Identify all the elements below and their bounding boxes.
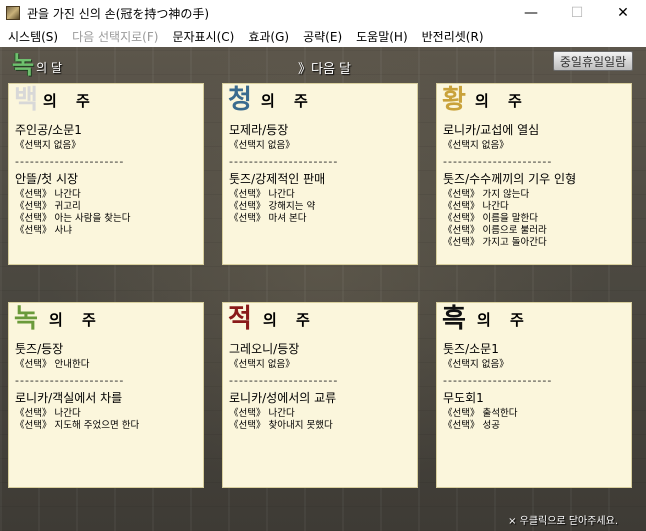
panel-divider: ---------------------- [15, 374, 125, 387]
panel-week-color: 흑 [442, 304, 466, 334]
panel-week-color: 녹 [14, 304, 38, 334]
maximize-button[interactable]: ☐ [554, 0, 600, 26]
holiday-list-button[interactable]: 중일휴일일람 [553, 51, 633, 71]
event-title: 툿즈/등장 [15, 342, 64, 356]
menu-system[interactable]: 시스템(S) [0, 28, 65, 45]
event-title: 주인공/소문1 [15, 123, 82, 137]
menu-effects[interactable]: 효과(G) [241, 28, 296, 45]
panel-divider: ---------------------- [443, 155, 553, 168]
menu-reset[interactable]: 반전리셋(R) [415, 28, 491, 45]
window-title: 관을 가진 신의 손(冠を持つ神の手) [27, 6, 210, 21]
window-controls: — ☐ ✕ [508, 0, 646, 26]
panel-heading: 백 의 주 [14, 84, 197, 118]
event-option: 《선택》 나간다 [229, 408, 295, 419]
panel-heading: 적 의 주 [228, 303, 411, 337]
week-panel-white: 백 의 주 주인공/소문1 《선택지 없음》 -----------------… [8, 83, 204, 265]
event-option: 《선택》 출석한다 [443, 408, 518, 419]
event-option: 《선택》 안내한다 [15, 359, 90, 370]
event-title: 툿즈/소문1 [443, 342, 499, 356]
event-option: 《선택》 나간다 [443, 201, 509, 212]
event-option: 《선택》 이름을 말한다 [443, 213, 538, 224]
panel-heading: 황 의 주 [442, 84, 625, 118]
menu-help[interactable]: 도움말(H) [349, 28, 415, 45]
event-title: 모제라/등장 [229, 123, 289, 137]
panel-week-color: 적 [228, 304, 252, 334]
panel-divider: ---------------------- [15, 155, 125, 168]
event-option: 《선택》 나간다 [15, 189, 81, 200]
event-option: 《선택지 없음》 [229, 359, 295, 370]
panel-heading: 녹 의 주 [14, 303, 197, 337]
panel-heading: 청 의 주 [228, 84, 411, 118]
panel-week-suffix: 의 주 [477, 311, 531, 329]
panel-week-color: 황 [442, 85, 466, 115]
event-option: 《선택지 없음》 [229, 140, 295, 151]
panel-divider: ---------------------- [229, 155, 339, 168]
event-title: 로니카/객실에서 차를 [15, 391, 123, 405]
event-option: 《선택》 마셔 본다 [229, 213, 307, 224]
minimize-button[interactable]: — [508, 0, 554, 26]
panel-divider: ---------------------- [229, 374, 339, 387]
event-title: 로니카/교섭에 열심 [443, 123, 540, 137]
close-hint: × 우클릭으로 닫아주세요. [508, 516, 618, 527]
menu-walkthrough[interactable]: 공략(E) [296, 28, 349, 45]
event-option: 《선택지 없음》 [15, 140, 81, 151]
month-label: 녹 의 달 [12, 53, 62, 77]
event-title: 그레오니/등장 [229, 342, 300, 356]
event-option: 《선택》 나간다 [229, 189, 295, 200]
app-icon[interactable] [6, 6, 20, 20]
event-title: 툿즈/수수께끼의 기우 인형 [443, 172, 577, 186]
panel-week-color: 백 [14, 85, 38, 115]
panel-week-suffix: 의 주 [43, 92, 97, 110]
event-title: 무도회1 [443, 391, 484, 405]
week-panel-blue: 청 의 주 모제라/등장 《선택지 없음》 ------------------… [222, 83, 418, 265]
close-button[interactable]: ✕ [600, 0, 646, 26]
panel-week-color: 청 [228, 85, 252, 115]
week-panel-green: 녹 의 주 툿즈/등장 《선택》 안내한다 ------------------… [8, 302, 204, 488]
event-option: 《선택지 없음》 [443, 140, 509, 151]
next-month-link[interactable]: 》다음 달 [298, 58, 351, 77]
event-option: 《선택》 가지 않는다 [443, 189, 530, 200]
title-bar: 관을 가진 신의 손(冠を持つ神の手) — ☐ ✕ [0, 0, 646, 26]
event-option: 《선택》 찾아내지 못했다 [229, 420, 333, 431]
event-option: 《선택》 강해지는 약 [229, 201, 316, 212]
game-area: 녹 의 달 》다음 달 중일휴일일람 백 의 주 주인공/소문1 《선택지 없음… [0, 47, 646, 531]
panel-week-suffix: 의 주 [261, 92, 315, 110]
event-title: 로니카/성에서의 교류 [229, 391, 337, 405]
event-option: 《선택》 이름으로 불러라 [443, 225, 547, 236]
event-option: 《선택》 사냐 [15, 225, 72, 236]
week-panel-black: 흑 의 주 툿즈/소문1 《선택지 없음》 ------------------… [436, 302, 632, 488]
menu-next-choice[interactable]: 다음 선택지로(F) [65, 28, 165, 45]
panel-week-suffix: 의 주 [49, 311, 103, 329]
panel-week-suffix: 의 주 [475, 92, 529, 110]
event-option: 《선택》 아는 사람을 찾는다 [15, 213, 131, 224]
menu-bar: 시스템(S) 다음 선택지로(F) 문자표시(C) 효과(G) 공략(E) 도움… [0, 26, 646, 46]
week-panel-yellow: 황 의 주 로니카/교섭에 열심 《선택지 없음》 --------------… [436, 83, 632, 265]
event-option: 《선택지 없음》 [443, 359, 509, 370]
event-title: 안뜰/첫 시장 [15, 172, 79, 186]
event-option: 《선택》 가지고 돌아간다 [443, 237, 547, 248]
month-name: 녹 [12, 51, 35, 79]
week-panel-red: 적 의 주 그레오니/등장 《선택지 없음》 -----------------… [222, 302, 418, 488]
event-option: 《선택》 지도해 주었으면 한다 [15, 420, 140, 431]
month-suffix: 의 달 [36, 61, 62, 75]
event-option: 《선택》 귀고리 [15, 201, 81, 212]
menu-text-display[interactable]: 문자표시(C) [165, 28, 241, 45]
event-option: 《선택》 성공 [443, 420, 500, 431]
panel-week-suffix: 의 주 [263, 311, 317, 329]
panel-divider: ---------------------- [443, 374, 553, 387]
event-title: 툿즈/강제적인 판매 [229, 172, 326, 186]
event-option: 《선택》 나간다 [15, 408, 81, 419]
panel-heading: 흑 의 주 [442, 303, 625, 337]
